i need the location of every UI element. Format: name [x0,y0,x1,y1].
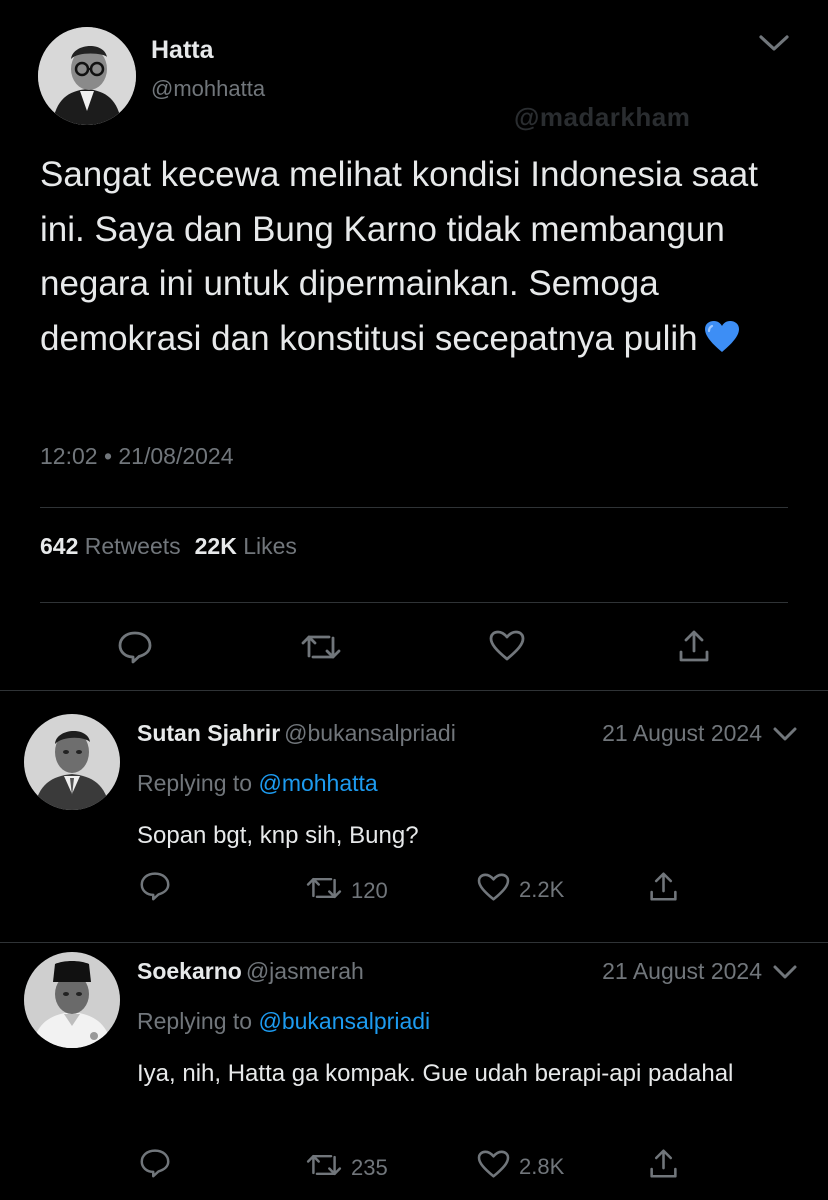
retweets-stat[interactable]: 642 Retweets [40,533,181,559]
reply-date[interactable]: 21 August 2024 [602,720,762,747]
author-handle[interactable]: @mohhatta [151,76,265,102]
retweet-icon [306,1150,342,1185]
likes-label: Likes [243,533,297,559]
share-icon [648,1147,679,1185]
reply-tweet[interactable]: Soekarno @jasmerah 21 August 2024 Replyin… [0,942,828,1200]
author-handle[interactable]: @bukansalpriadi [284,720,456,746]
reply-icon[interactable] [117,630,153,669]
divider [40,507,788,508]
avatar-photo [24,952,120,1048]
author-name[interactable]: Hatta [151,36,214,65]
retweets-label: Retweets [84,533,181,559]
retweet-count: 235 [351,1154,388,1180]
like-icon[interactable] [489,630,525,667]
reply-tweet[interactable]: Sutan Sjahrir @bukansalpriadi 21 August 2… [0,690,828,942]
avatar[interactable] [24,952,120,1048]
avatar[interactable] [38,27,136,125]
replying-to: Replying to @bukansalpriadi [137,1008,430,1035]
share-icon[interactable] [677,628,711,669]
tweet-text-body: Sangat kecewa melihat kondisi Indonesia … [40,155,758,358]
reply-icon [139,1148,171,1183]
reply-text: Sopan bgt, knp sih, Bung? [137,822,419,849]
reply-text: Iya, nih, Hatta ga kompak. Gue udah bera… [137,1060,734,1087]
blue-heart-icon [704,316,740,371]
main-tweet: Hatta @mohhatta @madarkham Sangat kecewa… [0,0,828,690]
divider [40,602,788,603]
replying-prefix: Replying to [137,1008,253,1034]
tweet-timestamp[interactable]: 12:02 • 21/08/2024 [40,443,234,470]
reply-author[interactable]: Sutan Sjahrir @bukansalpriadi [137,720,456,747]
likes-count: 22K [194,533,237,559]
retweet-icon[interactable] [301,630,341,669]
like-count: 2.8K [519,1154,565,1179]
retweet-count: 120 [351,877,388,903]
share-button[interactable] [648,1147,679,1185]
likes-stat[interactable]: 22K Likes [195,533,297,559]
like-icon [477,1150,510,1184]
chevron-down-icon[interactable] [772,726,798,747]
chevron-down-icon[interactable] [772,964,798,985]
retweet-button[interactable]: 235 [306,1150,388,1185]
like-button[interactable]: 2.8K [477,1150,564,1184]
retweets-count: 642 [40,533,79,559]
reply-author[interactable]: Soekarno @jasmerah [137,958,364,985]
avatar[interactable] [24,714,120,810]
avatar-photo [24,714,120,810]
share-button[interactable] [648,870,679,908]
tweet-text: Sangat kecewa melihat kondisi Indonesia … [40,148,800,370]
reply-button[interactable] [139,1148,171,1183]
retweet-button[interactable]: 120 [306,873,388,908]
reply-date[interactable]: 21 August 2024 [602,958,762,985]
retweet-icon [306,873,342,908]
chevron-down-icon[interactable] [758,33,790,58]
author-name[interactable]: Soekarno [137,958,242,984]
author-name[interactable]: Sutan Sjahrir [137,720,280,746]
like-button[interactable]: 2.2K [477,873,564,907]
like-icon [477,873,510,907]
watermark: @madarkham [514,102,691,132]
reply-icon [139,871,171,906]
tweet-stats: 642 Retweets 22K Likes [40,533,297,560]
mention-link[interactable]: @mohhatta [258,770,377,796]
mention-link[interactable]: @bukansalpriadi [258,1008,430,1034]
share-icon [648,870,679,908]
author-handle[interactable]: @jasmerah [246,958,364,984]
avatar-photo [38,27,136,125]
replying-to: Replying to @mohhatta [137,770,378,797]
reply-button[interactable] [139,871,171,906]
replying-prefix: Replying to [137,770,253,796]
like-count: 2.2K [519,877,565,902]
